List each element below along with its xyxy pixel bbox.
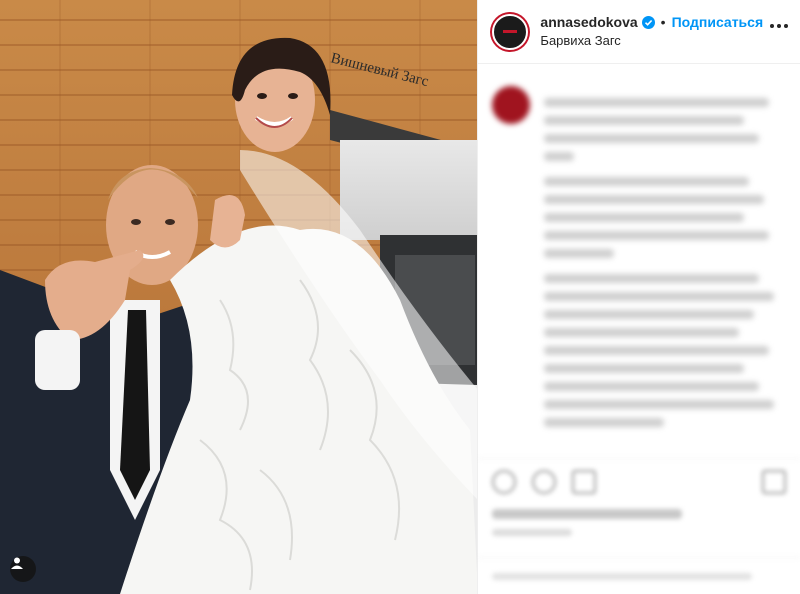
separator-dot: • — [660, 13, 666, 30]
post-date — [492, 529, 573, 536]
tag-people-button[interactable] — [10, 556, 36, 582]
comment-icon[interactable] — [532, 470, 557, 494]
add-comment-bar[interactable] — [478, 557, 800, 594]
share-icon[interactable] — [572, 470, 597, 494]
instagram-post: Вишневый Загс annasedokova • Подписаться… — [0, 0, 800, 594]
bookmark-icon[interactable] — [762, 470, 786, 494]
wedding-photo-image: Вишневый Загс — [0, 0, 478, 594]
post-side-panel: annasedokova • Подписаться Барвиха Загс — [477, 0, 800, 594]
action-bar — [478, 458, 800, 536]
location-link[interactable]: Барвиха Загс — [540, 33, 763, 49]
caption-avatar — [492, 86, 531, 124]
post-photo[interactable]: Вишневый Загс — [0, 0, 478, 594]
user-tag-icon — [11, 557, 23, 569]
follow-button[interactable]: Подписаться — [672, 14, 764, 32]
heart-icon[interactable] — [492, 470, 517, 494]
likes-count[interactable] — [492, 509, 683, 519]
avatar[interactable] — [490, 11, 531, 52]
more-options-icon[interactable] — [770, 24, 788, 28]
username[interactable]: annasedokova — [540, 14, 637, 32]
verified-badge-icon — [641, 15, 655, 29]
post-header: annasedokova • Подписаться Барвиха Загс — [478, 0, 800, 64]
